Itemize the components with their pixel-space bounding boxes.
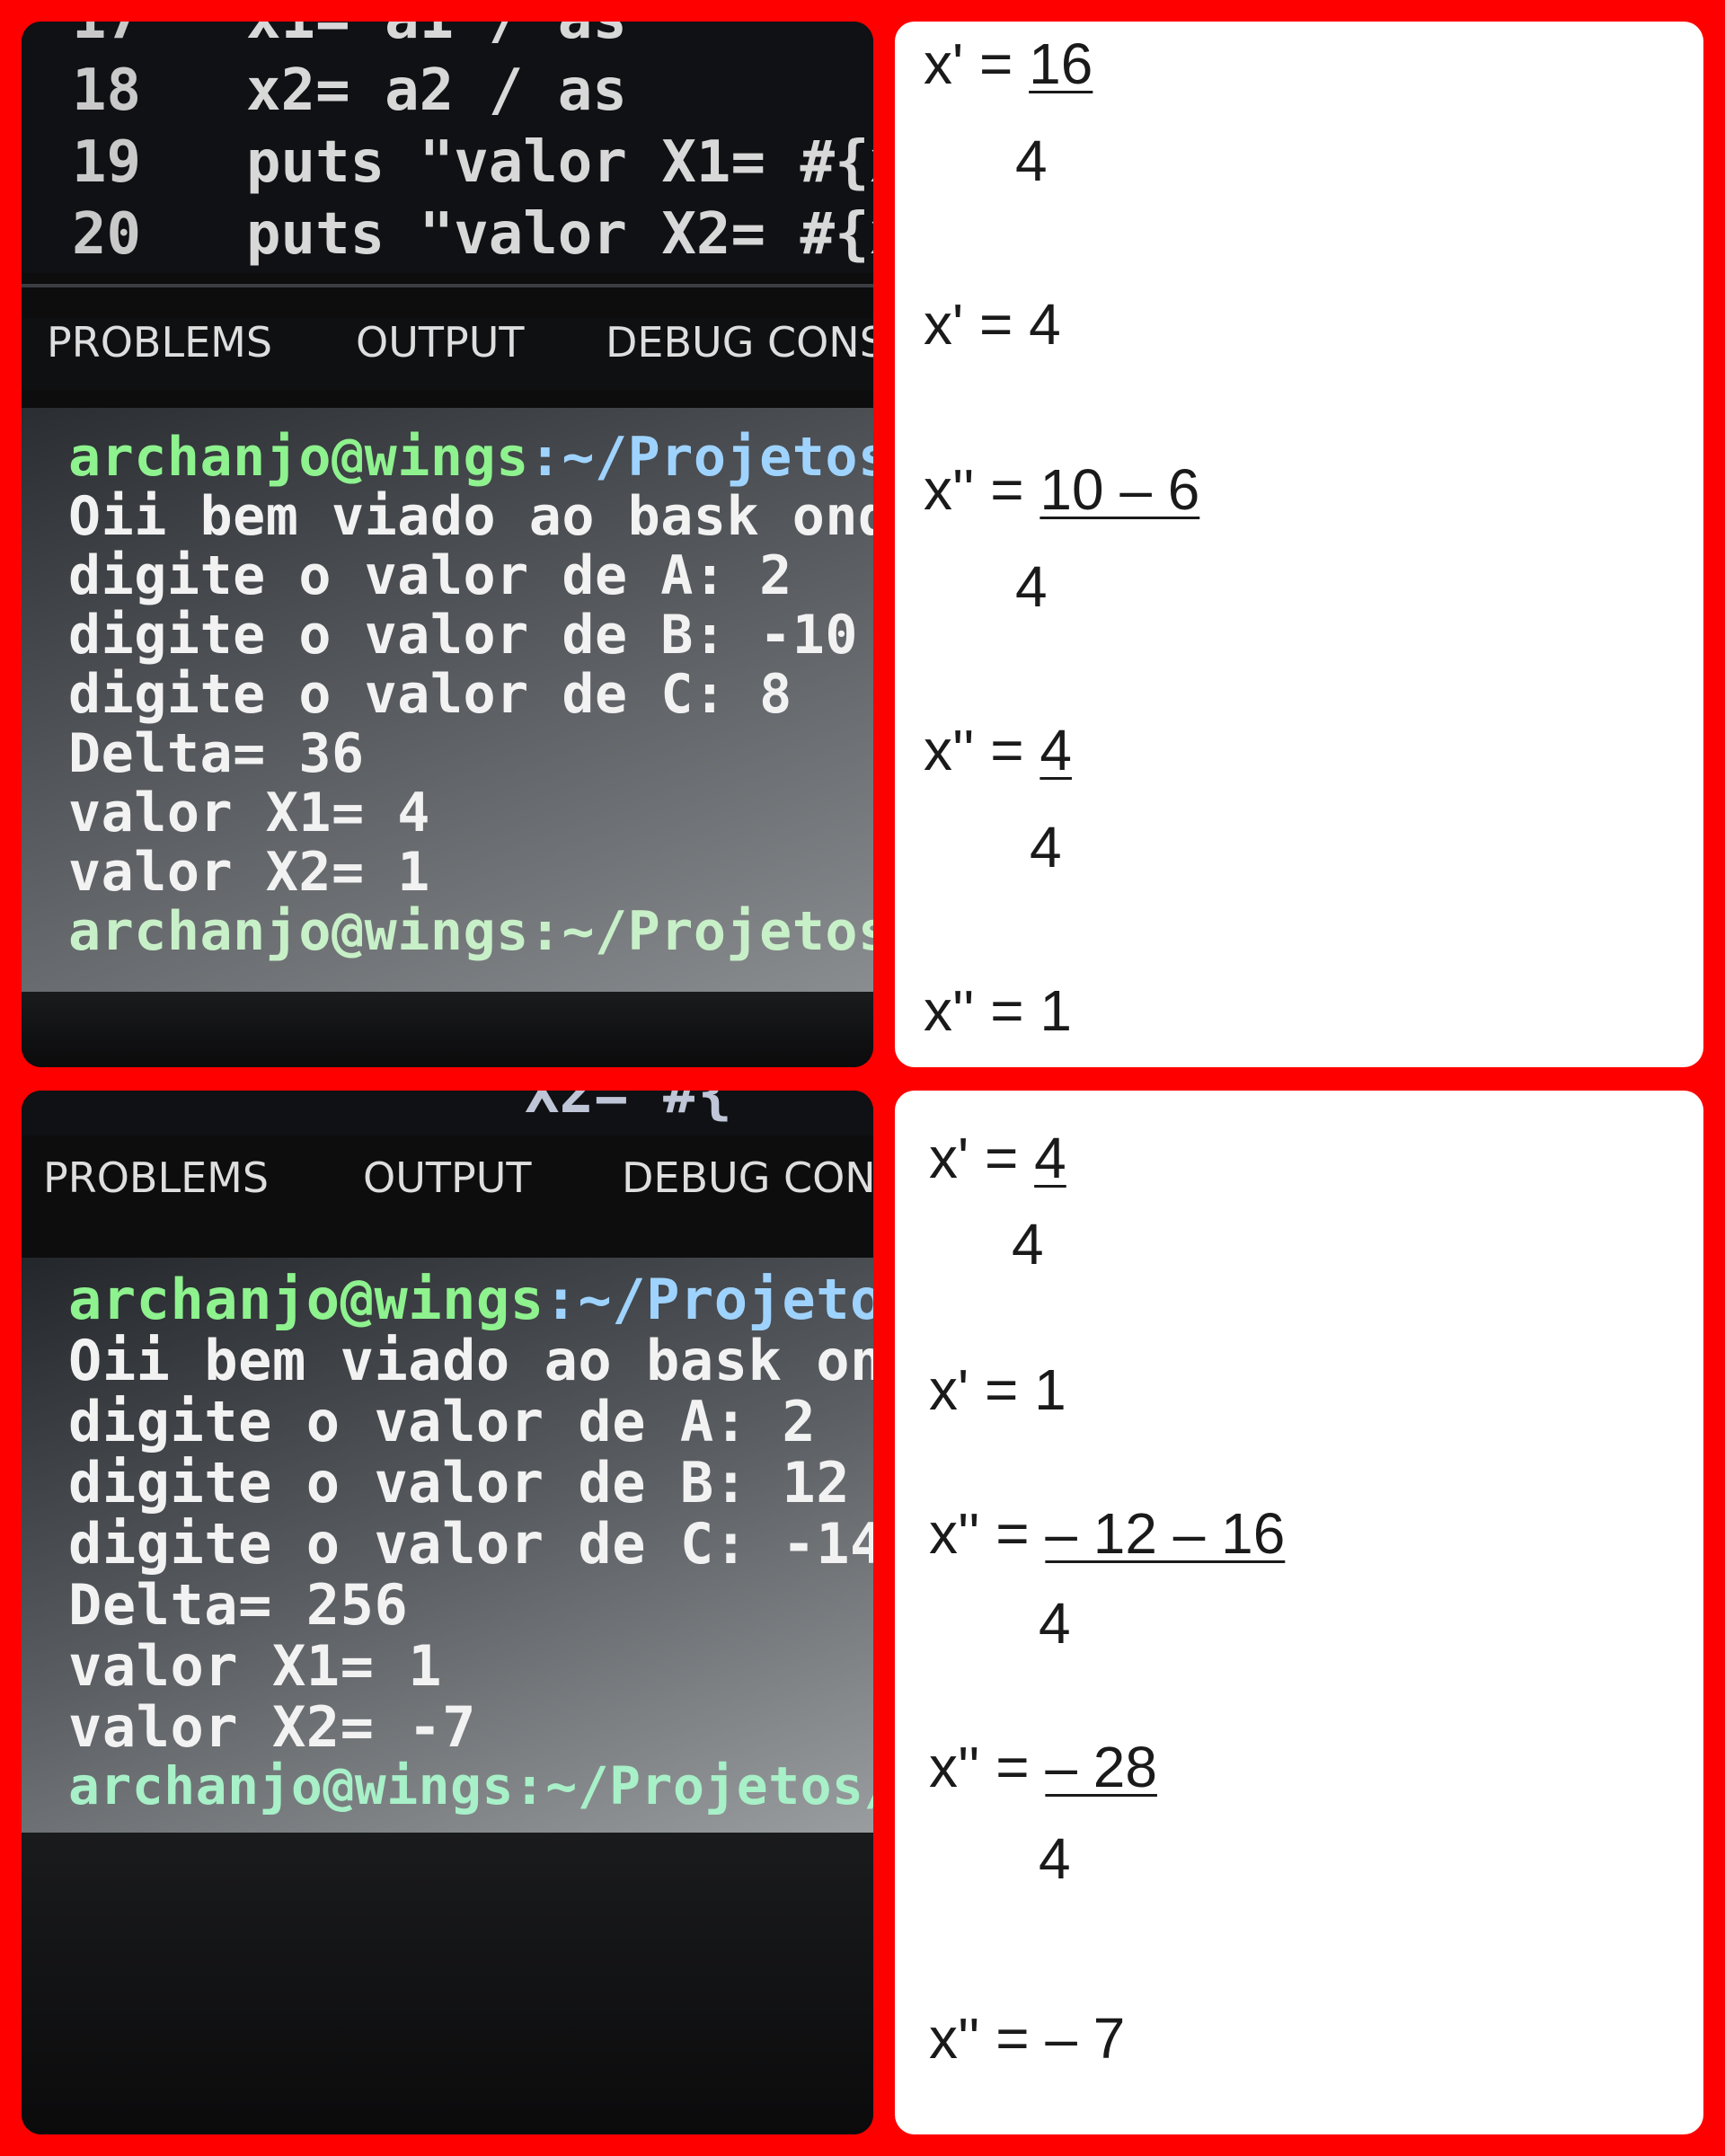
tab-debug-console[interactable]: DEBUG CONS (622, 1153, 873, 1202)
equation-x2-simplified: x'' = 4 (924, 718, 1072, 782)
equation-x1-result: x' = 4 (924, 292, 1061, 357)
tab-output[interactable]: OUTPUT (356, 318, 524, 367)
terminal-line: valor X2= 1 (68, 841, 430, 904)
equation-x2-result: x'' = 1 (924, 978, 1072, 1043)
terminal-line: valor X2= -7 (68, 1694, 476, 1760)
terminal-line: valor X1= 1 (68, 1633, 443, 1699)
terminal-line: Delta= 256 (68, 1572, 409, 1638)
denominator: 4 (1012, 1212, 1044, 1277)
equation-x1-fraction: x' = 4 (929, 1126, 1066, 1190)
denominator: 4 (1015, 554, 1048, 619)
terminal-line: digite o valor de A: 2 (68, 1389, 817, 1454)
numerator: – 28 (1045, 1735, 1157, 1799)
bottom-terminal-photo: X2= #{ PROBLEMS OUTPUT DEBUG CONS archan… (22, 1091, 873, 2134)
line-number: 17 (72, 22, 141, 52)
denominator: 4 (1015, 128, 1048, 193)
code-fragment: X2= #{ (525, 1091, 733, 1127)
numerator: 16 (1029, 31, 1093, 96)
equation-x1-fraction: x' = 16 (924, 31, 1093, 96)
terminal-line: digite o valor de B: -10 (68, 604, 858, 667)
line-number: 18 (72, 57, 142, 124)
terminal-last-prompt: archanjo@wings:~/Projetos/ (68, 1755, 873, 1816)
denominator: 4 (1039, 1826, 1071, 1891)
denominator: 4 (1030, 815, 1062, 879)
equation-x2-fraction: x'' = 10 – 6 (924, 457, 1200, 522)
tab-problems[interactable]: PROBLEMS (47, 318, 272, 367)
editor-code-area: X2= #{ (22, 1091, 873, 1135)
panel-tabs: PROBLEMS OUTPUT DEBUG CONSC (22, 318, 873, 390)
code-text: puts "valor X1= #{x (246, 129, 873, 196)
numerator: – 12 – 16 (1045, 1501, 1286, 1566)
terminal-line: Oii bem viado ao bask onc (68, 1328, 873, 1393)
top-math-sheet: x' = 16 4 x' = 4 x'' = 10 – 6 4 x'' = 4 … (895, 22, 1703, 1067)
terminal-line: digite o valor de B: 12 (68, 1450, 851, 1515)
equation-x2-result: x'' = – 7 (929, 2006, 1126, 2071)
denominator: 4 (1039, 1591, 1071, 1656)
equation-x2-simplified: x'' = – 28 (929, 1735, 1157, 1799)
terminal-line: digite o valor de A: 2 (68, 544, 792, 607)
equation-x2-fraction: x'' = – 12 – 16 (929, 1501, 1286, 1566)
terminal-prompt: archanjo@wings:~/Projetos (68, 1267, 873, 1332)
terminal-line: Delta= 36 (68, 722, 365, 785)
terminal-last-prompt: archanjo@wings:~/Projetos (68, 900, 873, 963)
equation-x1-result: x' = 1 (929, 1357, 1066, 1422)
editor-code-area: 17 x1= a1 / as 18 x2= a2 / as 19 puts "v… (22, 22, 873, 273)
terminal-line: digite o valor de C: 8 (68, 663, 792, 726)
line-number: 20 (72, 201, 142, 268)
tab-debug-console[interactable]: DEBUG CONSC (606, 318, 873, 367)
tab-problems[interactable]: PROBLEMS (43, 1153, 269, 1202)
monitor-bezel (22, 1833, 873, 2134)
bottom-math-sheet: x' = 4 4 x' = 1 x'' = – 12 – 16 4 x'' = … (895, 1091, 1703, 2134)
terminal-output[interactable]: archanjo@wings:~/Projetos Oii bem viado … (22, 408, 873, 992)
numerator: 4 (1034, 1126, 1066, 1190)
terminal-line: digite o valor de C: -14 (68, 1511, 873, 1577)
monitor-bezel (22, 992, 873, 1067)
terminal-prompt: archanjo@wings:~/Projetos (68, 426, 873, 489)
code-text: puts "valor X2= #{x (246, 201, 873, 268)
code-text: x2= a2 / as (246, 57, 627, 124)
code-text: x1= a1 / as (246, 22, 627, 52)
top-terminal-photo: 17 x1= a1 / as 18 x2= a2 / as 19 puts "v… (22, 22, 873, 1067)
terminal-output[interactable]: archanjo@wings:~/Projetos Oii bem viado … (22, 1258, 873, 1833)
panel-tabs: PROBLEMS OUTPUT DEBUG CONS (22, 1153, 873, 1234)
numerator: 4 (1039, 718, 1072, 782)
terminal-line: Oii bem viado ao bask ond (68, 485, 873, 548)
line-number: 19 (72, 129, 142, 196)
terminal-line: valor X1= 4 (68, 782, 430, 844)
panel-divider (22, 284, 873, 287)
tab-output[interactable]: OUTPUT (363, 1153, 531, 1202)
numerator: 10 – 6 (1039, 457, 1200, 522)
